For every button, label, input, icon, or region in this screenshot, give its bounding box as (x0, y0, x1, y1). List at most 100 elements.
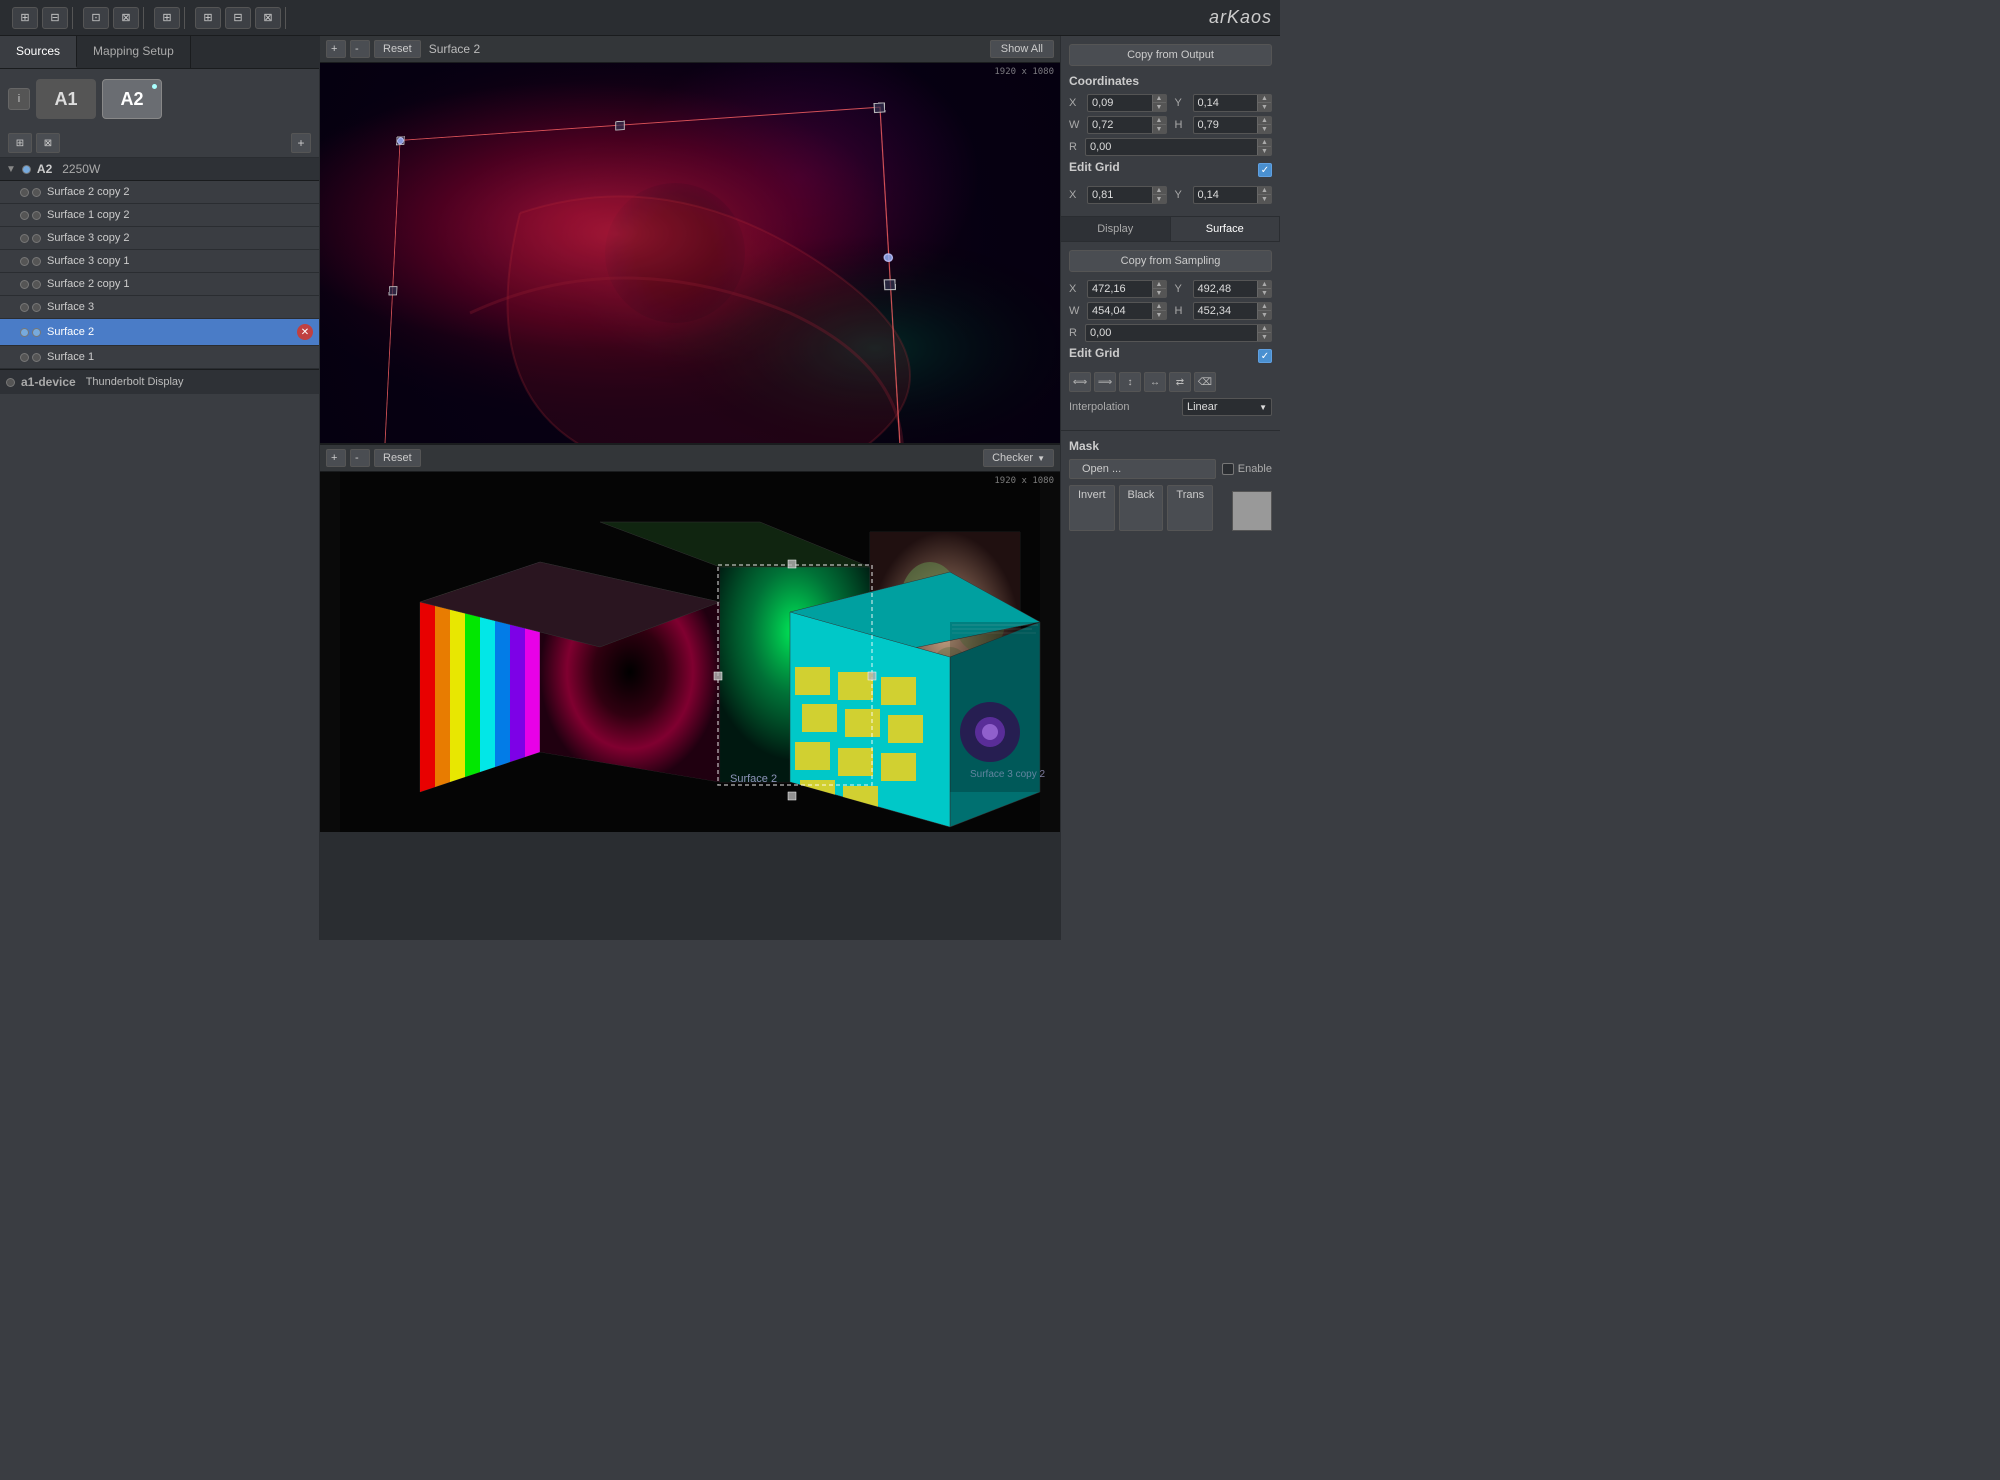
show-all-button[interactable]: Show All (990, 40, 1054, 58)
layer-group-a2[interactable]: ▼ A2 2250W (0, 158, 319, 181)
grid-x-up[interactable]: ▲ (1152, 187, 1166, 195)
surface-y-value: 492,48 (1194, 281, 1258, 297)
bottom-reset-button[interactable]: Reset (374, 449, 421, 467)
grid-icon-btn-5[interactable]: ⇄ (1169, 372, 1191, 392)
interpolation-row: Interpolation Linear ▼ (1069, 398, 1272, 416)
layer-view-btn-1[interactable]: ⊞ (8, 133, 32, 153)
surface-edit-grid-checkbox[interactable]: ✓ (1258, 349, 1272, 363)
coord-x-up[interactable]: ▲ (1152, 95, 1166, 103)
layer-item-surface1copy2[interactable]: Surface 1 copy 2 (0, 204, 319, 227)
grid-y-up[interactable]: ▲ (1257, 187, 1271, 195)
coord-h-down[interactable]: ▼ (1257, 125, 1271, 133)
layer-item-surface2copy1[interactable]: Surface 2 copy 1 (0, 273, 319, 296)
tab-mapping-setup[interactable]: Mapping Setup (77, 36, 191, 68)
grid-icon-btn-4[interactable]: ↔ (1144, 372, 1166, 392)
mask-black-button[interactable]: Black (1119, 485, 1164, 531)
toolbar-btn-7[interactable]: ⊟ (225, 7, 251, 29)
tab-surface[interactable]: Surface (1171, 217, 1281, 241)
coord-r-up[interactable]: ▲ (1257, 139, 1271, 147)
layer-item-surface2copy2[interactable]: Surface 2 copy 2 (0, 181, 319, 204)
coord-x-down[interactable]: ▼ (1152, 103, 1166, 111)
coord-y-down[interactable]: ▼ (1257, 103, 1271, 111)
handle-top-right[interactable] (873, 102, 885, 113)
grid-x-field[interactable]: 0,81 ▲ ▼ (1087, 186, 1167, 204)
grid-icon-btn-1[interactable]: ⟺ (1069, 372, 1091, 392)
surface-x-field[interactable]: 472,16 ▲ ▼ (1087, 280, 1167, 298)
coord-y-value: 0,14 (1194, 95, 1258, 111)
mask-open-button[interactable]: Open ... (1069, 459, 1216, 479)
handle-top-mid[interactable] (615, 121, 625, 131)
source-a1-button[interactable]: A1 (36, 79, 96, 119)
grid-y-down[interactable]: ▼ (1257, 195, 1271, 203)
coord-x-field[interactable]: 0,09 ▲ ▼ (1087, 94, 1167, 112)
surface-w-down[interactable]: ▼ (1152, 311, 1166, 319)
tab-sources[interactable]: Sources (0, 36, 77, 68)
layer-item-surface3copy2[interactable]: Surface 3 copy 2 (0, 227, 319, 250)
info-button[interactable]: i (8, 88, 30, 110)
toolbar-btn-1[interactable]: ⊞ (12, 7, 38, 29)
mask-open-enable-row: Open ... Enable (1069, 459, 1272, 479)
top-reset-button[interactable]: Reset (374, 40, 421, 58)
grid-icon-btn-3[interactable]: ↕ (1119, 372, 1141, 392)
checker-button[interactable]: Checker ▼ (983, 449, 1054, 467)
surface-y-field[interactable]: 492,48 ▲ ▼ (1193, 280, 1273, 298)
add-layer-button[interactable]: + (291, 133, 311, 153)
surface-x-up[interactable]: ▲ (1152, 281, 1166, 289)
layer-item-surface3[interactable]: Surface 3 (0, 296, 319, 319)
layer-close-button[interactable]: ✕ (297, 324, 313, 340)
grid-y-field[interactable]: 0,14 ▲ ▼ (1193, 186, 1273, 204)
coord-y-field[interactable]: 0,14 ▲ ▼ (1193, 94, 1273, 112)
edit-grid-checkbox[interactable]: ✓ (1258, 163, 1272, 177)
grid-x-down[interactable]: ▼ (1152, 195, 1166, 203)
coord-y-up[interactable]: ▲ (1257, 95, 1271, 103)
interpolation-select[interactable]: Linear ▼ (1182, 398, 1272, 416)
toolbar-btn-2[interactable]: ⊟ (42, 7, 68, 29)
coord-h-field[interactable]: 0,79 ▲ ▼ (1193, 116, 1273, 134)
coord-w-down[interactable]: ▼ (1152, 125, 1166, 133)
surface-h-up[interactable]: ▲ (1257, 303, 1271, 311)
top-toolbar: ⊞ ⊟ ⊡ ⊠ ⊞ ⊞ ⊟ ⊠ arKaos (0, 0, 1280, 36)
surface-y-up[interactable]: ▲ (1257, 281, 1271, 289)
coord-w-field[interactable]: 0,72 ▲ ▼ (1087, 116, 1167, 134)
warp-handle-mr[interactable] (883, 253, 893, 262)
mask-enable-checkbox[interactable] (1222, 463, 1234, 475)
surface-w-field[interactable]: 454,04 ▲ ▼ (1087, 302, 1167, 320)
surface-h-field[interactable]: 452,34 ▲ ▼ (1193, 302, 1273, 320)
bottom-remove-button[interactable]: - (350, 449, 370, 467)
grid-icon-btn-6[interactable]: ⌫ (1194, 372, 1216, 392)
surface-r-field[interactable]: 0,00 ▲ ▼ (1085, 324, 1272, 342)
top-add-button[interactable]: + (326, 40, 346, 58)
top-remove-button[interactable]: - (350, 40, 370, 58)
toolbar-btn-5[interactable]: ⊞ (154, 7, 180, 29)
device-item-a1[interactable]: a1-device Thunderbolt Display (0, 369, 319, 394)
surface-x-down[interactable]: ▼ (1152, 289, 1166, 297)
surface-y-down[interactable]: ▼ (1257, 289, 1271, 297)
handle-mid-right[interactable] (884, 279, 897, 290)
coord-h-up[interactable]: ▲ (1257, 117, 1271, 125)
copy-sampling-button[interactable]: Copy from Sampling (1069, 250, 1272, 272)
layer-item-surface1[interactable]: Surface 1 (0, 346, 319, 369)
layer-view-btn-2[interactable]: ⊠ (36, 133, 60, 153)
coord-w-up[interactable]: ▲ (1152, 117, 1166, 125)
layer-item-surface2[interactable]: Surface 2 ✕ (0, 319, 319, 346)
layer-item-surface3copy1[interactable]: Surface 3 copy 1 (0, 250, 319, 273)
surface-r-down[interactable]: ▼ (1257, 333, 1271, 341)
toolbar-btn-3[interactable]: ⊡ (83, 7, 109, 29)
copy-output-button[interactable]: Copy from Output (1069, 44, 1272, 66)
handle-mid-left[interactable] (389, 286, 398, 295)
source-a2-button[interactable]: A2 (102, 79, 162, 119)
coord-r-field[interactable]: 0,00 ▲ ▼ (1085, 138, 1272, 156)
tab-display[interactable]: Display (1061, 217, 1171, 241)
toolbar-btn-6[interactable]: ⊞ (195, 7, 221, 29)
grid-icon-btn-2[interactable]: ⟹ (1094, 372, 1116, 392)
toolbar-btn-4[interactable]: ⊠ (113, 7, 139, 29)
surface-r-up[interactable]: ▲ (1257, 325, 1271, 333)
mask-trans-button[interactable]: Trans (1167, 485, 1213, 531)
bottom-add-button[interactable]: + (326, 449, 346, 467)
surface-h-down[interactable]: ▼ (1257, 311, 1271, 319)
surface-x-y-row: X 472,16 ▲ ▼ Y 492,48 ▲ ▼ (1069, 280, 1272, 298)
toolbar-btn-8[interactable]: ⊠ (255, 7, 281, 29)
coord-r-down[interactable]: ▼ (1257, 147, 1271, 155)
mask-invert-button[interactable]: Invert (1069, 485, 1115, 531)
surface-w-up[interactable]: ▲ (1152, 303, 1166, 311)
